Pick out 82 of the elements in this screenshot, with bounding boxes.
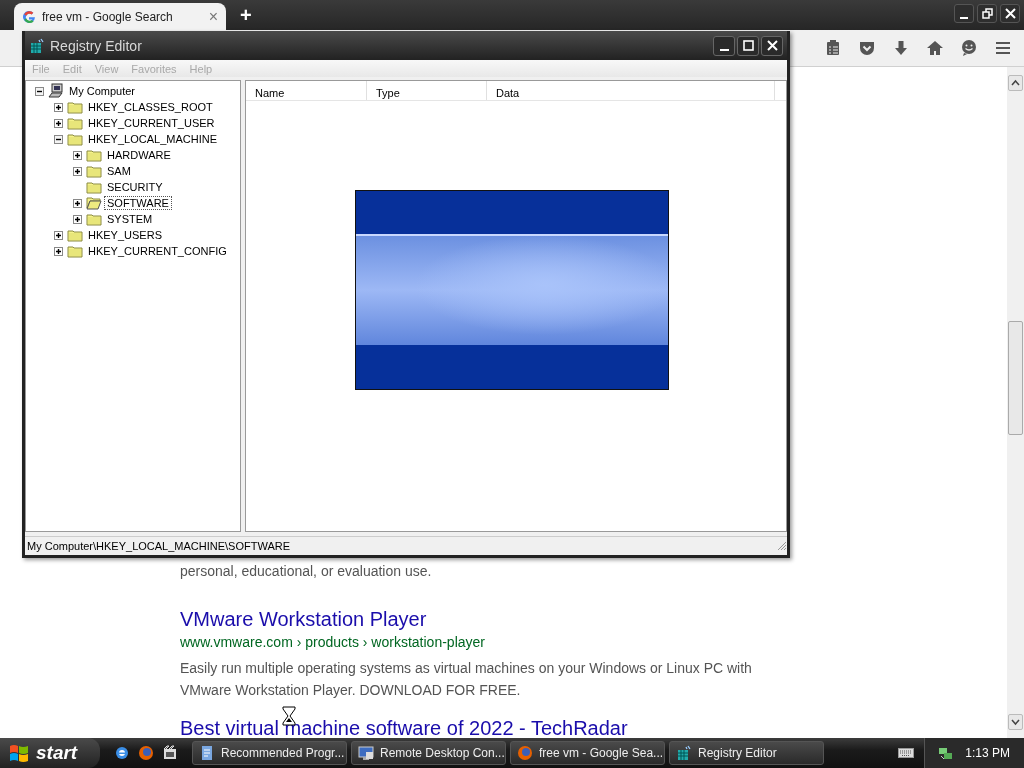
firefox-icon	[517, 745, 533, 761]
tree-item[interactable]: SAM	[105, 165, 133, 177]
expand-icon[interactable]	[54, 102, 63, 112]
expand-icon[interactable]	[73, 150, 82, 160]
taskbar-button[interactable]: free vm - Google Sea...	[510, 741, 665, 765]
registry-icon	[676, 745, 692, 761]
expand-icon[interactable]	[73, 198, 82, 208]
taskbar-button[interactable]: Remote Desktop Con...	[351, 741, 506, 765]
windows-flag-icon	[8, 743, 30, 763]
open-folder-icon	[86, 195, 102, 211]
google-icon	[22, 9, 36, 24]
registry-icon	[29, 37, 45, 54]
minimize-button[interactable]	[713, 35, 735, 56]
taskbar-button[interactable]: Recommended Progr...	[192, 741, 347, 765]
result-snippet: personal, educational, or evaluation use.	[180, 562, 433, 581]
minimize-icon	[719, 49, 729, 51]
folder-icon	[67, 131, 83, 147]
minimize-button[interactable]	[954, 4, 974, 23]
maximize-icon	[742, 40, 754, 51]
keyboard-icon[interactable]	[898, 747, 915, 759]
tree-item[interactable]: HKEY_CURRENT_USER	[86, 117, 217, 129]
collapse-icon[interactable]	[35, 86, 44, 96]
expand-icon[interactable]	[54, 246, 63, 256]
close-icon	[766, 40, 778, 51]
download-icon[interactable]	[892, 39, 910, 57]
tree-item[interactable]: HKEY_CURRENT_CONFIG	[86, 245, 229, 257]
browser-tab[interactable]: free vm - Google Search ×	[14, 3, 226, 30]
close-button[interactable]	[1000, 4, 1020, 23]
taskbar-button[interactable]: Registry Editor	[669, 741, 824, 765]
result-snippet: Easily run multiple operating systems as virtual machines on your Windows or Linux PC with VMware Workstation Player. DOWNLOAD FOR FREE.	[180, 659, 753, 700]
folder-icon	[86, 211, 102, 227]
window-title: Registry Editor	[50, 37, 143, 54]
tree-item[interactable]: SECURITY	[105, 181, 165, 193]
clock: 1:13 PM	[965, 746, 1010, 760]
start-button[interactable]: start	[0, 738, 100, 768]
expand-icon[interactable]	[54, 230, 63, 240]
close-button[interactable]	[761, 35, 783, 56]
result-title-link[interactable]: VMware Workstation Player	[180, 608, 427, 631]
restore-icon	[981, 8, 993, 19]
folder-icon	[86, 147, 102, 163]
tree-item[interactable]: My Computer	[67, 85, 138, 97]
expand-icon[interactable]	[73, 214, 82, 224]
folder-icon	[67, 243, 83, 259]
close-icon	[1004, 8, 1016, 19]
new-tab-button[interactable]: +	[236, 5, 256, 25]
film-icon[interactable]	[162, 745, 178, 761]
folder-icon	[86, 163, 102, 179]
tree-item[interactable]: SYSTEM	[105, 213, 155, 225]
browser-e-icon[interactable]	[114, 745, 130, 761]
folder-icon	[86, 179, 102, 195]
tab-title: free vm - Google Search	[42, 9, 174, 24]
resize-grip-icon	[777, 541, 787, 551]
folder-icon	[67, 227, 83, 243]
tree-item[interactable]: SOFTWARE	[105, 197, 171, 209]
pocket-icon[interactable]	[858, 39, 876, 57]
menu-icon[interactable]	[994, 39, 1012, 57]
home-icon[interactable]	[926, 39, 944, 57]
expand-icon[interactable]	[73, 166, 82, 176]
reading-list-icon[interactable]	[824, 39, 842, 57]
folder-icon	[67, 99, 83, 115]
restore-button[interactable]	[977, 4, 997, 23]
folder-icon	[67, 115, 83, 131]
maximize-button[interactable]	[737, 35, 759, 56]
result-title-link[interactable]: Best virtual machine software of 2022 - TechRadar	[180, 717, 628, 738]
tree-item[interactable]: HKEY_USERS	[86, 229, 164, 241]
tab-close-button[interactable]: ×	[208, 8, 218, 25]
scrollbar[interactable]	[1007, 67, 1024, 738]
result-url: www.vmware.com › products › workstation-player	[180, 633, 486, 651]
tree-item[interactable]: HARDWARE	[105, 149, 173, 161]
tree-item[interactable]: HKEY_LOCAL_MACHINE	[86, 133, 219, 145]
collapse-icon[interactable]	[54, 134, 63, 144]
minimize-icon	[960, 16, 968, 19]
firefox-icon[interactable]	[138, 745, 154, 761]
computer-icon	[48, 83, 64, 99]
network-icon[interactable]	[937, 745, 954, 761]
tree-item[interactable]: HKEY_CLASSES_ROOT	[86, 101, 215, 113]
remote-desktop-icon	[358, 745, 374, 761]
document-icon	[199, 745, 215, 761]
smiley-icon[interactable]	[960, 39, 978, 57]
expand-icon[interactable]	[54, 118, 63, 128]
scrollbar-thumb[interactable]	[1008, 321, 1023, 435]
status-text: My Computer\HKEY_LOCAL_MACHINE\SOFTWARE	[27, 540, 292, 552]
